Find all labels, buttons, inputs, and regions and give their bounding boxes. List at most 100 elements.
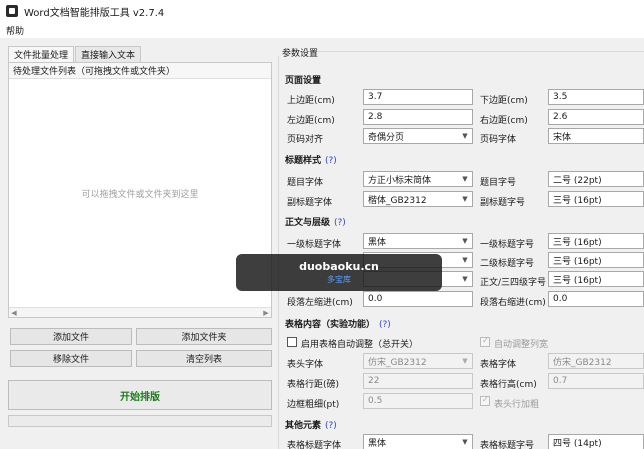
h2-size-label: 二级标题字号 [480,259,535,269]
watermark-sub-text: 多宝库 [327,275,351,284]
subtitle-size-label: 副标题字号 [480,198,526,208]
header-bold-checkbox[interactable] [480,395,490,406]
cell-font-value: 仿宋_GB2312 [553,357,612,368]
h1-font-select[interactable]: 黑体 ▼ [363,233,473,249]
help-body-levels-link[interactable]: (?) [334,218,346,228]
h1-font-label: 一级标题字体 [287,240,342,250]
chevron-down-icon: ▼ [462,132,468,140]
body-size-value: 三号 (16pt) [553,275,602,286]
tab-batch-files[interactable]: 文件批量处理 [8,46,75,62]
page-number-font-label: 页码字体 [480,135,517,145]
border-width-label: 边框粗细(pt) [287,400,340,410]
h1-size-select[interactable]: 三号 (16pt) [548,233,644,249]
section-title-style-label: 标题样式 [285,156,322,166]
page-number-align-select[interactable]: 奇偶分页 ▼ [363,128,473,144]
table-title-font-value: 黑体 [368,438,387,449]
scroll-left-icon[interactable]: ◀ [9,308,19,318]
header-bold-label: 表头行加粗 [494,400,540,410]
top-margin-input[interactable]: 3.7 [363,89,473,105]
file-list-header: 待处理文件列表（可拖拽文件或文件夹） [9,63,271,79]
section-page-settings-label: 页面设置 [285,76,322,86]
table-auto-adjust-checkbox[interactable] [287,337,297,347]
add-folder-button[interactable]: 添加文件夹 [136,328,272,345]
h2-size-value: 三号 (16pt) [553,256,602,267]
main-title-size-label: 题目字号 [480,178,517,188]
drop-placeholder: 可以拖拽文件或文件夹到这里 [81,190,199,200]
scroll-right-icon[interactable]: ▶ [261,308,271,318]
main-title-size-value: 二号 (22pt) [553,175,602,186]
table-row-height-label: 表格行高(cm) [480,380,537,390]
table-title-font-select[interactable]: 黑体 ▼ [363,434,473,449]
h2-size-select[interactable]: 三号 (16pt) [548,252,644,268]
help-other-elements-link[interactable]: (?) [325,421,337,431]
chevron-down-icon: ▼ [462,438,468,446]
bottom-margin-label: 下边距(cm) [480,96,528,106]
start-format-button[interactable]: 开始排版 [8,380,272,410]
table-title-size-value: 四号 (14pt) [553,438,602,449]
subtitle-font-label: 副标题字体 [287,198,333,208]
watermark-main-text: duobaoku.cn [299,260,379,273]
left-margin-input[interactable]: 2.8 [363,109,473,125]
menu-help[interactable]: 帮助 [6,24,24,37]
cell-font-label: 表格字体 [480,360,517,370]
para-right-indent-label: 段落右缩进(cm) [480,298,546,308]
body-size-select[interactable]: 三号 (16pt) [548,271,644,287]
subtitle-size-value: 三号 (16pt) [553,195,602,206]
subtitle-font-select[interactable]: 楷体_GB2312 ▼ [363,191,473,207]
title-bar: Word文档智能排版工具 v2.7.4 [0,0,644,22]
cell-font-select[interactable]: 仿宋_GB2312 [548,353,644,369]
watermark-overlay: duobaoku.cn 多宝库 [236,254,442,291]
help-table-content-link[interactable]: (?) [379,320,391,330]
window-title: Word文档智能排版工具 v2.7.4 [24,7,165,19]
clear-list-button[interactable]: 清空列表 [136,350,272,367]
right-margin-input[interactable]: 2.6 [548,109,644,125]
para-right-indent-input[interactable]: 0.0 [548,291,644,307]
left-margin-label: 左边距(cm) [287,116,335,126]
main-title-font-label: 题目字体 [287,178,324,188]
subtitle-size-select[interactable]: 三号 (16pt) [548,191,644,207]
header-font-select[interactable]: 仿宋_GB2312 ▼ [363,353,473,369]
main-title-size-select[interactable]: 二号 (22pt) [548,171,644,187]
page-number-align-value: 奇偶分页 [368,132,405,143]
section-other-elements-label: 其他元素 [285,421,322,431]
page-number-font-value: 宋体 [553,132,572,143]
chevron-down-icon: ▼ [462,357,468,365]
section-title-style: 标题样式 (?) [285,153,337,166]
table-title-font-label: 表格标题字体 [287,441,342,449]
add-file-button[interactable]: 添加文件 [10,328,132,345]
main-title-font-select[interactable]: 方正小标宋简体 ▼ [363,171,473,187]
table-line-spacing-input[interactable]: 22 [363,373,473,389]
tab-direct-text[interactable]: 直接输入文本 [75,46,142,62]
top-margin-label: 上边距(cm) [287,96,335,106]
table-title-size-label: 表格标题字号 [480,441,535,449]
chevron-down-icon: ▼ [462,195,468,203]
para-left-indent-input[interactable]: 0.0 [363,291,473,307]
auto-width-label: 自动调整列宽 [494,340,549,350]
section-body-levels-label: 正文与层级 [285,218,331,228]
progress-bar [8,415,272,427]
chevron-down-icon: ▼ [462,175,468,183]
params-divider [318,51,644,52]
border-width-input[interactable]: 0.5 [363,393,473,409]
section-table-content-label: 表格内容（实验功能） [285,320,376,330]
bottom-margin-input[interactable]: 3.5 [548,89,644,105]
subtitle-font-value: 楷体_GB2312 [368,195,427,206]
h1-size-value: 三号 (16pt) [553,237,602,248]
table-line-spacing-label: 表格行距(磅) [287,380,340,390]
file-list[interactable]: 待处理文件列表（可拖拽文件或文件夹） 可以拖拽文件或文件夹到这里 ◀ ▶ [8,62,272,318]
right-margin-label: 右边距(cm) [480,116,528,126]
auto-width-checkbox[interactable] [480,336,490,347]
header-font-value: 仿宋_GB2312 [368,357,427,368]
table-row-height-input[interactable]: 0.7 [548,373,644,389]
section-other-elements: 其他元素 (?) [285,418,337,431]
table-auto-adjust-label: 启用表格自动调整（总开关） [301,340,419,350]
section-table-content: 表格内容（实验功能） (?) [285,317,391,330]
header-font-label: 表头字体 [287,360,324,370]
page-number-font-select[interactable]: 宋体 [548,128,644,144]
table-title-size-select[interactable]: 四号 (14pt) [548,434,644,449]
horizontal-scrollbar[interactable]: ◀ ▶ [9,307,271,317]
section-body-levels: 正文与层级 (?) [285,215,346,228]
help-title-style-link[interactable]: (?) [325,156,337,166]
remove-file-button[interactable]: 移除文件 [10,350,132,367]
main-title-font-value: 方正小标宋简体 [368,175,432,186]
